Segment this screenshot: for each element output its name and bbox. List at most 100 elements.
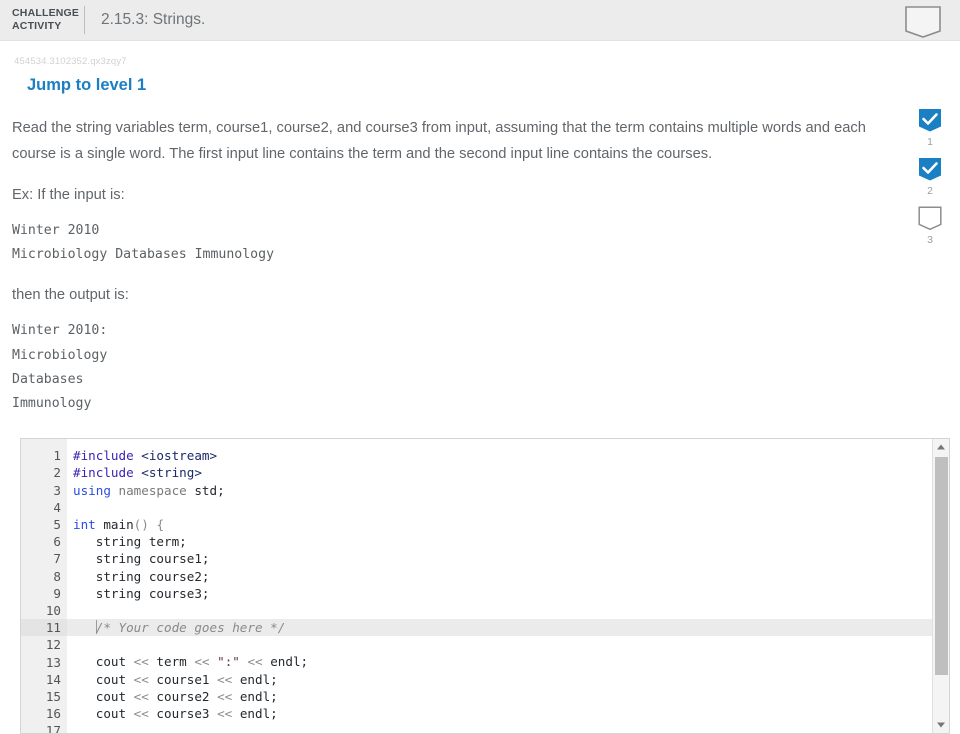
code-token: << xyxy=(133,706,149,722)
code-token: #include xyxy=(73,465,134,481)
code-line[interactable]: using namespace std; xyxy=(67,482,949,499)
editor-code-area[interactable]: #include <iostream> #include <string> usin… xyxy=(67,439,949,733)
code-token: string course3; xyxy=(73,585,210,601)
code-editor[interactable]: 1 2 3 4 5 6 7 8 9 10 11 12 13 14 15 16 17 #include <iost… xyxy=(20,438,950,734)
code-line[interactable]: #include <string> xyxy=(67,464,949,481)
code-token: << xyxy=(217,706,233,722)
code-token: course3 xyxy=(148,706,218,722)
progress-step-2[interactable]: 2 xyxy=(918,157,942,197)
editor-vertical-scrollbar[interactable] xyxy=(932,439,949,734)
line-number: 4 xyxy=(53,499,61,515)
code-token: endl; xyxy=(262,654,309,670)
code-token: course1 xyxy=(148,671,218,687)
line-number: 2 xyxy=(53,465,61,481)
line-number: 16 xyxy=(45,706,61,722)
code-token: << xyxy=(217,671,233,687)
code-line[interactable]: cout << course3 << endl; xyxy=(67,705,949,722)
code-line[interactable]: cout << course2 << endl; xyxy=(67,688,949,705)
jump-to-level-link[interactable]: Jump to level 1 xyxy=(27,76,960,95)
code-line[interactable] xyxy=(67,636,949,653)
code-token: cout xyxy=(73,688,134,704)
progress-step-number: 1 xyxy=(927,136,933,148)
code-token: << xyxy=(217,688,233,704)
code-token: term xyxy=(148,654,195,670)
check-banner-icon[interactable] xyxy=(918,157,942,182)
empty-banner-icon[interactable] xyxy=(918,206,942,231)
line-number: 7 xyxy=(53,551,61,567)
code-token: << xyxy=(194,654,210,670)
code-line[interactable]: string course1; xyxy=(67,550,949,567)
example-output-block: Winter 2010: Microbiology Databases Immu… xyxy=(12,323,108,412)
code-line[interactable]: string term; xyxy=(67,533,949,550)
scroll-up-arrow-icon[interactable] xyxy=(933,439,949,456)
line-number: 10 xyxy=(45,603,61,619)
activity-header: CHALLENGE ACTIVITY 2.15.3: Strings. xyxy=(0,0,960,41)
code-token: /* Your code goes here */ xyxy=(95,620,286,636)
line-number: 14 xyxy=(45,671,61,687)
progress-step-number: 3 xyxy=(927,234,933,246)
kicker-line-1: CHALLENGE xyxy=(12,7,80,19)
page-title: 2.15.3: Strings. xyxy=(101,11,206,28)
banner-flag-icon[interactable] xyxy=(904,5,942,39)
code-token: endl; xyxy=(232,688,278,704)
code-token: << xyxy=(133,671,149,687)
code-token: << xyxy=(247,654,263,670)
code-line[interactable] xyxy=(67,722,949,733)
code-token: #include xyxy=(73,448,134,464)
code-token: << xyxy=(133,688,149,704)
code-token: std; xyxy=(186,482,225,498)
code-line[interactable]: int main() { xyxy=(67,516,949,533)
code-line[interactable] xyxy=(67,602,949,619)
line-number: 3 xyxy=(53,482,61,498)
line-number: 15 xyxy=(45,689,61,705)
code-token: main xyxy=(95,516,134,532)
code-token: << xyxy=(133,654,149,670)
scrollbar-thumb[interactable] xyxy=(935,457,948,676)
code-line[interactable]: cout << course1 << endl; xyxy=(67,671,949,688)
code-token: endl; xyxy=(232,706,278,722)
code-token: { xyxy=(156,516,165,532)
code-token: <string> xyxy=(141,465,202,481)
kicker-line-2: ACTIVITY xyxy=(12,20,62,32)
code-line[interactable] xyxy=(67,499,949,516)
code-token: string course1; xyxy=(73,551,210,567)
code-token: endl; xyxy=(232,671,278,687)
line-number: 11 xyxy=(21,619,67,637)
code-token: namespace xyxy=(118,482,187,498)
code-line[interactable]: cout << term << ":" << endl; xyxy=(67,653,949,670)
code-line[interactable]: string course2; xyxy=(67,568,949,585)
code-token: string course2; xyxy=(73,568,210,584)
line-number: 8 xyxy=(53,568,61,584)
code-line[interactable]: string course3; xyxy=(67,585,949,602)
line-number: 12 xyxy=(45,637,61,653)
code-token: <iostream> xyxy=(141,448,218,464)
code-line[interactable]: /* Your code goes here */ xyxy=(67,619,949,637)
example-input-block: Winter 2010 Microbiology Databases Immun… xyxy=(12,223,275,263)
example-input-intro: Ex: If the input is: xyxy=(12,187,125,203)
progress-step-3[interactable]: 3 xyxy=(918,206,942,246)
example-output-intro: then the output is: xyxy=(12,287,129,304)
editor-line-number-gutter: 1 2 3 4 5 6 7 8 9 10 11 12 13 14 15 16 17 xyxy=(21,439,67,734)
check-banner-icon[interactable] xyxy=(918,108,942,133)
challenge-activity-kicker: CHALLENGE ACTIVITY xyxy=(12,7,80,33)
progress-rail: 1 2 3 xyxy=(900,108,960,255)
code-token: course2 xyxy=(148,688,218,704)
code-token: int xyxy=(73,516,96,532)
code-token: cout xyxy=(73,654,134,670)
progress-step-1[interactable]: 1 xyxy=(918,108,942,148)
problem-prompt: Read the string variables term, course1,… xyxy=(12,120,866,162)
code-token: ":" xyxy=(217,654,240,670)
code-token: using xyxy=(73,482,111,498)
code-line[interactable]: #include <iostream> xyxy=(67,447,949,464)
scroll-down-arrow-icon[interactable] xyxy=(933,717,949,734)
header-divider xyxy=(84,6,85,34)
line-number: 13 xyxy=(45,654,61,670)
line-number: 9 xyxy=(53,585,61,601)
activity-body: 1 2 3 454534.3102352.qx3zqy7 Jump to lev… xyxy=(0,56,960,734)
line-number: 5 xyxy=(53,517,61,533)
code-token: string term; xyxy=(73,534,187,550)
line-number: 6 xyxy=(53,534,61,550)
